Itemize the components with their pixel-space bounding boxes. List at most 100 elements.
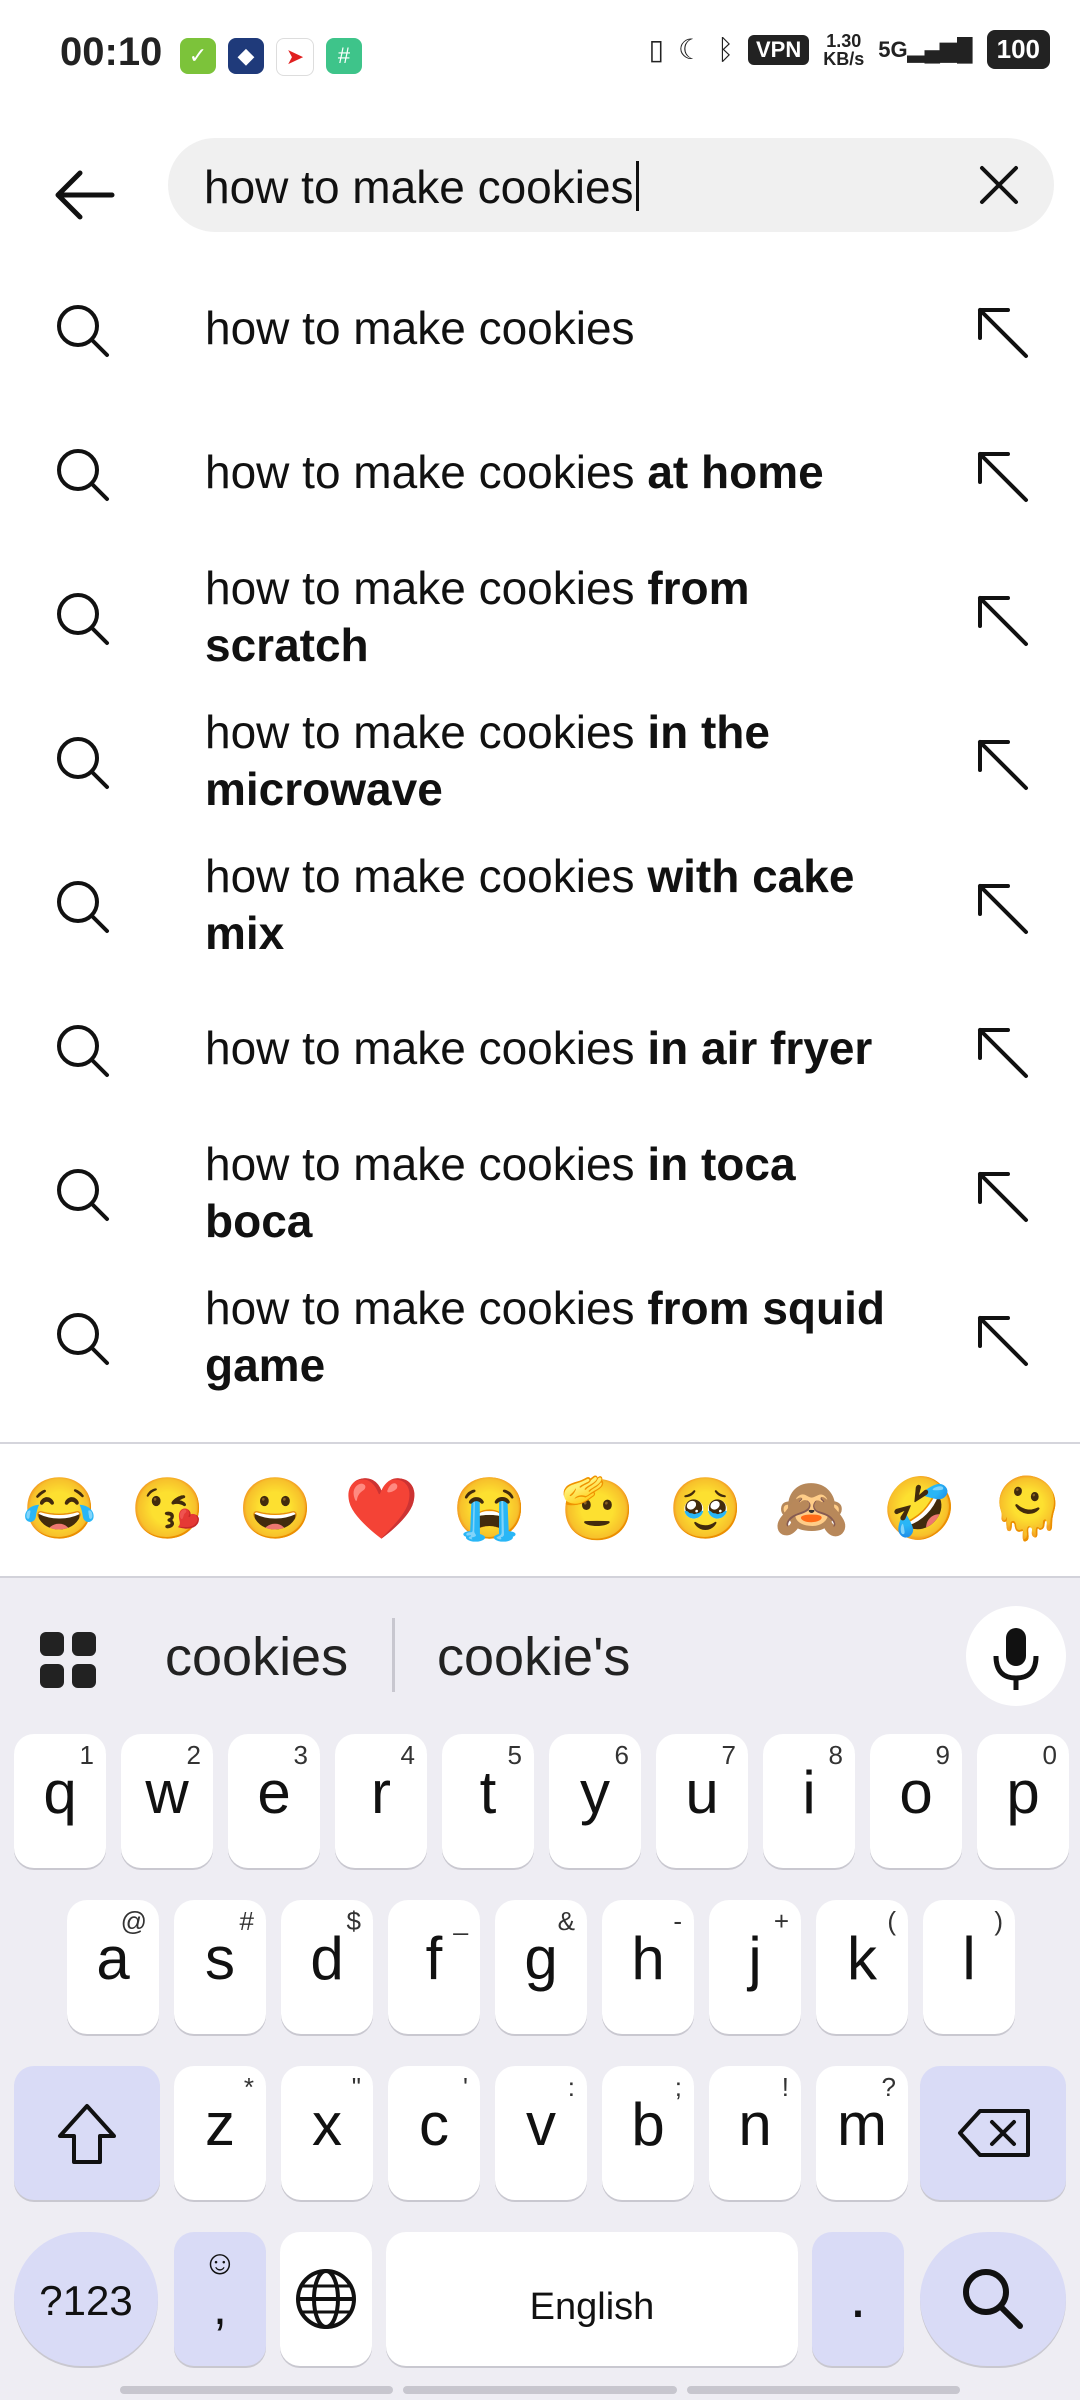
key-l[interactable]: l) xyxy=(923,1900,1015,2034)
emoji-key[interactable]: 🫠 xyxy=(990,1474,1065,1544)
key-h[interactable]: h- xyxy=(602,1900,694,2034)
search-icon xyxy=(57,1313,109,1365)
suggestion-text: how to make cookies from squid game xyxy=(205,1280,945,1394)
suggestion-item[interactable]: how to make cookies in the microwave xyxy=(0,694,1080,838)
emoji-key[interactable]: ❤️ xyxy=(344,1474,419,1544)
key-secondary: ? xyxy=(881,2072,896,2102)
key-secondary: 9 xyxy=(935,1740,950,1770)
voice-input-button[interactable] xyxy=(966,1606,1066,1706)
notification-icons: ✓ ◆ ➤ # xyxy=(180,38,362,76)
emoji-key[interactable]: 🥹 xyxy=(668,1474,743,1544)
key-m[interactable]: m? xyxy=(816,2066,908,2200)
word-suggestion-2[interactable]: cookie's xyxy=(437,1626,630,1688)
shift-icon xyxy=(58,2104,116,2164)
suggestion-item[interactable]: how to make cookies with cake mix xyxy=(0,838,1080,982)
key-g[interactable]: g & xyxy=(495,1900,587,2034)
shift-key[interactable] xyxy=(14,2066,160,2200)
period-key[interactable]: . xyxy=(812,2232,904,2366)
search-submit-key[interactable] xyxy=(920,2232,1066,2366)
suggestion-text: how to make cookies in air fryer xyxy=(205,1020,945,1077)
suggestion-prefix: how to make cookies xyxy=(205,1282,635,1334)
checklist-app-icon: ✓ xyxy=(180,38,216,74)
cat-app-icon: ◆ xyxy=(228,38,264,74)
emoji-key[interactable]: 😂 xyxy=(22,1474,97,1544)
fill-query-arrow-icon[interactable] xyxy=(968,874,1038,944)
space-label: English xyxy=(529,2286,655,2328)
key-secondary: ! xyxy=(781,2072,789,2102)
fill-query-arrow-icon[interactable] xyxy=(968,1162,1038,1232)
emoji-key[interactable]: 😀 xyxy=(238,1474,313,1544)
word-suggestion-1[interactable]: cookies xyxy=(165,1626,348,1688)
emoji-suggestion-row: 😂 😘 😀 ❤️ 😭 🫡 🥹 🙈 🤣 🫠 xyxy=(0,1444,1080,1578)
search-icon xyxy=(57,1169,109,1221)
status-bar: 00:10 ✓ ◆ ➤ # ▯ ☾ ᛒ VPN 1.30 KB/s 5G▂▄▆█… xyxy=(0,0,1080,110)
comma-key[interactable]: ☺, xyxy=(174,2232,266,2366)
key-c[interactable]: c ' xyxy=(388,2066,480,2200)
key-a[interactable]: a @ xyxy=(67,1900,159,2034)
key-secondary: ; xyxy=(674,2072,682,2102)
key-e[interactable]: e3 xyxy=(228,1734,320,1868)
key-u[interactable]: u7 xyxy=(656,1734,748,1868)
key-n[interactable]: n! xyxy=(709,2066,801,2200)
fill-query-arrow-icon[interactable] xyxy=(968,730,1038,800)
key-f[interactable]: f _ xyxy=(388,1900,480,2034)
key-d[interactable]: d $ xyxy=(281,1900,373,2034)
key-secondary: 5 xyxy=(507,1740,522,1770)
status-time: 00:10 xyxy=(60,30,163,74)
key-i[interactable]: i8 xyxy=(763,1734,855,1868)
suggestion-prefix: how to make cookies xyxy=(205,850,635,902)
emoji-key[interactable]: 🫡 xyxy=(560,1474,635,1544)
apps-grid-icon[interactable] xyxy=(38,1630,98,1690)
backspace-key[interactable] xyxy=(920,2066,1066,2200)
suggestion-item[interactable]: how to make cookies in toca boca xyxy=(0,1126,1080,1270)
key-j[interactable]: j + xyxy=(709,1900,801,2034)
search-icon xyxy=(57,737,109,789)
clear-icon[interactable] xyxy=(974,160,1024,210)
space-key[interactable]: English xyxy=(386,2232,798,2366)
back-arrow-icon[interactable] xyxy=(50,160,120,230)
fill-query-arrow-icon[interactable] xyxy=(968,442,1038,512)
emoji-key[interactable]: 😭 xyxy=(452,1474,527,1544)
emoji-key[interactable]: 🤣 xyxy=(882,1474,957,1544)
fill-query-arrow-icon[interactable] xyxy=(968,298,1038,368)
suggestion-completion-line2: microwave xyxy=(205,763,443,815)
fill-query-arrow-icon[interactable] xyxy=(968,1018,1038,1088)
speed-unit: KB/s xyxy=(823,48,865,69)
key-secondary: # xyxy=(239,1906,254,1936)
suggestion-item[interactable]: how to make cookies in air fryer xyxy=(0,982,1080,1126)
emoji-key[interactable]: 😘 xyxy=(130,1474,205,1544)
key-w[interactable]: w2 xyxy=(121,1734,213,1868)
symbols-key[interactable]: ?123 xyxy=(14,2232,158,2366)
key-o[interactable]: o9 xyxy=(870,1734,962,1868)
key-y[interactable]: y6 xyxy=(549,1734,641,1868)
suggestion-item[interactable]: how to make cookies from squid game xyxy=(0,1270,1080,1414)
search-icon xyxy=(57,449,109,501)
backspace-icon xyxy=(958,2109,1030,2157)
key-secondary: " xyxy=(351,2072,361,2102)
suggestion-completion-line2: mix xyxy=(205,907,285,959)
key-b[interactable]: b; xyxy=(602,2066,694,2200)
key-q[interactable]: q1 xyxy=(14,1734,106,1868)
key-x[interactable]: x " xyxy=(281,2066,373,2200)
key-secondary: 7 xyxy=(721,1740,736,1770)
fill-query-arrow-icon[interactable] xyxy=(968,586,1038,656)
search-input[interactable]: how to make cookies xyxy=(168,138,1054,232)
suggestion-item[interactable]: how to make cookies without xyxy=(0,1414,1080,1442)
keyboard: 😂 😘 😀 ❤️ 😭 🫡 🥹 🙈 🤣 🫠 cookies cookie's q1w2e3r4t5y… xyxy=(0,1444,1080,2400)
suggestion-item[interactable]: how to make cookies at home xyxy=(0,406,1080,550)
key-k[interactable]: k( xyxy=(816,1900,908,2034)
status-indicators: ▯ ☾ ᛒ VPN 1.30 KB/s 5G▂▄▆█ 100 xyxy=(649,30,1050,69)
key-r[interactable]: r4 xyxy=(335,1734,427,1868)
emoji-key[interactable]: 🙈 xyxy=(774,1474,849,1544)
suggestion-item[interactable]: how to make cookies xyxy=(0,262,1080,406)
fill-query-arrow-icon[interactable] xyxy=(968,1306,1038,1376)
key-z[interactable]: z * xyxy=(174,2066,266,2200)
suggestion-item[interactable]: how to make cookies from scratch xyxy=(0,550,1080,694)
key-v[interactable]: v: xyxy=(495,2066,587,2200)
key-s[interactable]: s # xyxy=(174,1900,266,2034)
language-key[interactable] xyxy=(280,2232,372,2366)
key-t[interactable]: t5 xyxy=(442,1734,534,1868)
key-p[interactable]: p0 xyxy=(977,1734,1069,1868)
suggestion-completion-line2: scratch xyxy=(205,619,369,671)
battery-indicator: 100 xyxy=(986,30,1050,69)
